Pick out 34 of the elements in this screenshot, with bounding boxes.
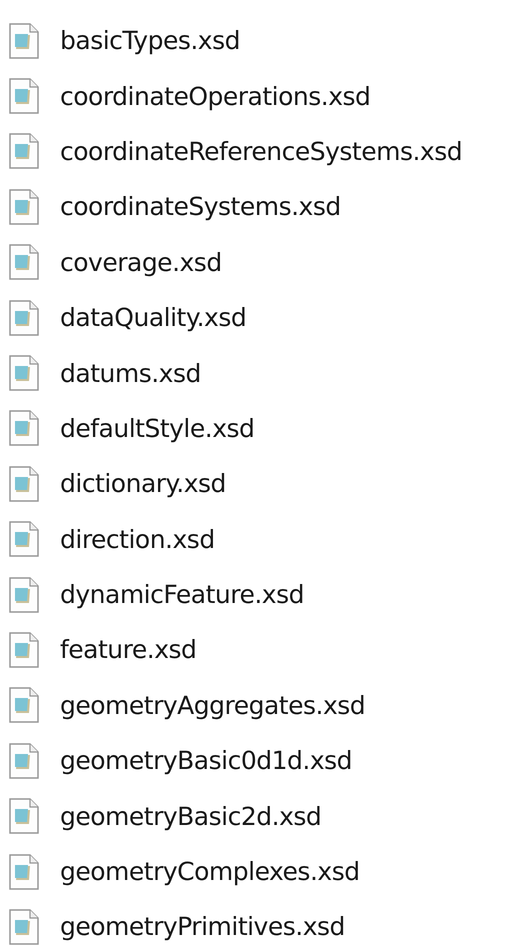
file-name[interactable]: coordinateOperations.xsd [60,82,370,111]
file-icon [9,521,39,558]
file-name[interactable]: basicTypes.xsd [60,26,240,56]
file-name[interactable]: geometryPrimitives.xsd [60,912,345,942]
file-icon [9,854,39,890]
file-name[interactable]: dynamicFeature.xsd [60,580,304,610]
file-name[interactable]: geometryBasic0d1d.xsd [60,746,352,776]
file-name[interactable]: coordinateSystems.xsd [60,192,341,222]
file-icon [9,78,39,114]
file-icon [9,244,39,280]
file-icon [9,355,39,392]
file-name[interactable]: geometryAggregates.xsd [60,690,366,720]
file-icon [9,133,39,170]
file-icon [9,466,39,502]
file-icon [9,410,39,446]
file-icon [9,908,39,945]
file-icon [9,687,39,724]
file-icon [9,798,39,834]
file-name[interactable]: dictionary.xsd [60,469,226,498]
file-name[interactable]: direction.xsd [60,524,215,554]
file-icon [9,742,39,779]
file-name[interactable]: geometryComplexes.xsd [60,857,360,886]
file-icon [9,632,39,668]
file-name[interactable]: datums.xsd [60,358,201,388]
file-name[interactable]: geometryBasic2d.xsd [60,802,322,831]
file-icon [9,300,39,336]
file-name[interactable]: feature.xsd [60,635,196,664]
file-icon [9,576,39,613]
file-name[interactable]: defaultStyle.xsd [60,414,254,443]
file-name[interactable]: coverage.xsd [60,248,222,277]
file-icon [9,22,39,59]
file-name[interactable]: coordinateReferenceSystems.xsd [60,136,462,166]
file-icon [9,188,39,225]
file-name[interactable]: dataQuality.xsd [60,303,246,332]
